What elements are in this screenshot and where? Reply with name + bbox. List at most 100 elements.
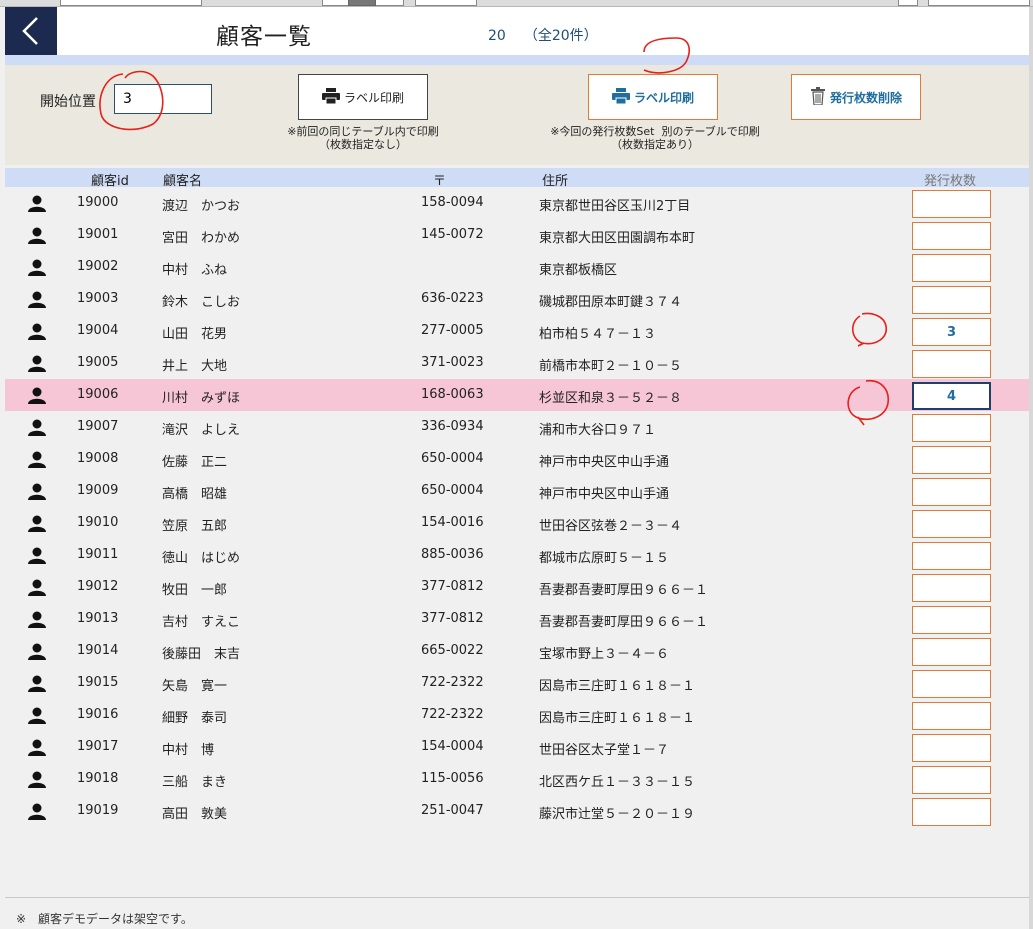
person-icon <box>27 675 47 692</box>
customer-id: 19013 <box>77 611 119 626</box>
issue-count-input[interactable] <box>912 606 991 634</box>
customer-zip: 650-0004 <box>421 483 484 498</box>
customer-address: 柏市柏５４７－１３ <box>539 327 657 342</box>
toolbar-field[interactable] <box>60 0 202 6</box>
record-count-value: 20 <box>488 28 506 44</box>
table-row[interactable]: 19017 中村 博 154-0004 世田谷区太子堂１－７ <box>5 731 1029 763</box>
label-print-button[interactable]: ラベル印刷 <box>298 74 428 120</box>
table-row[interactable]: 19001 宮田 わかめ 145-0072 東京都大田区田園調布本町 <box>5 219 1029 251</box>
label-print-set-button[interactable]: ラベル印刷 <box>588 74 718 120</box>
table-row[interactable]: 19002 中村 ふね 東京都板橋区 <box>5 251 1029 283</box>
customer-address: 因島市三庄町１６１８－１ <box>539 679 696 694</box>
customer-id: 19011 <box>77 547 119 562</box>
table-row[interactable]: 19009 高橋 昭雄 650-0004 神戸市中央区中山手通 <box>5 475 1029 507</box>
issue-count-input[interactable] <box>912 766 991 794</box>
table-row[interactable]: 19000 渡辺 かつお 158-0094 東京都世田谷区玉川2丁目 <box>5 187 1029 219</box>
customer-address: 磯城郡田原本町鍵３７４ <box>539 295 683 310</box>
toolbar-button[interactable] <box>898 0 918 6</box>
customer-address: 藤沢市辻堂５－２０－１９ <box>539 807 696 822</box>
customer-zip: 722-2322 <box>421 675 484 690</box>
customer-name: 吉村 すえこ <box>162 615 241 630</box>
customer-id: 19009 <box>77 483 119 498</box>
issue-count-input[interactable] <box>912 574 991 602</box>
label-print-set-note-text: ※今回の発行枚数Set 別のテーブルで印刷 （枚数指定あり） <box>550 125 760 151</box>
table-row[interactable]: 19011 徳山 はじめ 885-0036 都城市広原町５－１５ <box>5 539 1029 571</box>
customer-name: 滝沢 よしえ <box>162 423 241 438</box>
person-icon <box>27 483 47 500</box>
issue-count-input[interactable] <box>912 222 991 250</box>
table-row[interactable]: 19004 山田 花男 277-0005 柏市柏５４７－１３ <box>5 315 1029 347</box>
issue-count-input[interactable] <box>912 702 991 730</box>
person-icon <box>27 227 47 244</box>
customer-id: 19010 <box>77 515 119 530</box>
table-header: 顧客id 顧客名 〒 住所 発行枚数 <box>5 168 1029 189</box>
issue-count-input[interactable] <box>912 318 991 346</box>
customer-address: 北区西ケ丘１－３３－１５ <box>539 775 696 790</box>
issue-count-input[interactable] <box>912 478 991 506</box>
page-title: 顧客一覧 <box>216 24 312 50</box>
table-row[interactable]: 19016 細野 泰司 722-2322 因島市三庄町１６１８－１ <box>5 699 1029 731</box>
table-row[interactable]: 19010 笠原 五郎 154-0016 世田谷区弦巻２－３－４ <box>5 507 1029 539</box>
table-row[interactable]: 19006 川村 みずほ 168-0063 杉並区和泉３－５２－８ <box>5 379 1029 411</box>
table-row[interactable]: 19007 滝沢 よしえ 336-0934 浦和市大谷口９７１ <box>5 411 1029 443</box>
person-icon <box>27 579 47 596</box>
delete-count-button[interactable]: 発行枚数削除 <box>791 74 921 120</box>
label-print-set-button-label: ラベル印刷 <box>633 90 694 105</box>
issue-count-input[interactable] <box>912 798 991 826</box>
record-count-total: （全20件） <box>523 28 598 44</box>
customer-address: 都城市広原町５－１５ <box>539 551 670 566</box>
table-row[interactable]: 19008 佐藤 正二 650-0004 神戸市中央区中山手通 <box>5 443 1029 475</box>
issue-count-input[interactable] <box>912 286 991 314</box>
customer-zip: 277-0005 <box>421 323 484 338</box>
toolbar-toggle[interactable] <box>348 0 376 6</box>
issue-count-input[interactable] <box>912 638 991 666</box>
person-icon <box>27 611 47 628</box>
issue-count-input[interactable] <box>912 670 991 698</box>
customer-name: 中村 博 <box>162 743 215 758</box>
customer-name: 高田 敦美 <box>162 807 228 822</box>
issue-count-input[interactable] <box>912 254 991 282</box>
trash-icon <box>810 86 826 108</box>
toolbar-field[interactable] <box>415 0 477 6</box>
customer-address: 吾妻郡吾妻町厚田９６６－１ <box>539 615 709 630</box>
person-icon <box>27 355 47 372</box>
table-row[interactable]: 19019 高田 敦美 251-0047 藤沢市辻堂５－２０－１９ <box>5 795 1029 827</box>
table-row[interactable]: 19003 鈴木 こしお 636-0223 磯城郡田原本町鍵３７４ <box>5 283 1029 315</box>
issue-count-input[interactable] <box>912 734 991 762</box>
person-icon <box>27 195 47 212</box>
toolbar-button[interactable] <box>928 0 1030 6</box>
issue-count-input[interactable] <box>912 190 991 218</box>
table-row[interactable]: 19014 後藤田 末吉 665-0022 宝塚市野上３－４－６ <box>5 635 1029 667</box>
customer-address: 因島市三庄町１６１８－１ <box>539 711 696 726</box>
table-row[interactable]: 19018 三船 まき 115-0056 北区西ケ丘１－３３－１５ <box>5 763 1029 795</box>
issue-count-input[interactable] <box>912 414 991 442</box>
label-print-note: ※前回の同じテーブル内で印刷 （枚数指定なし） <box>273 125 453 151</box>
control-panel: 開始位置 ラベル印刷 ※前回の同じテーブル内で印刷（枚数指定なし） ラベル印刷 … <box>5 65 1029 165</box>
person-icon <box>27 803 47 820</box>
start-position-input[interactable] <box>114 84 212 114</box>
customer-name: 井上 大地 <box>162 359 228 374</box>
issue-count-input[interactable] <box>912 542 991 570</box>
table-row[interactable]: 19013 吉村 すえこ 377-0812 吾妻郡吾妻町厚田９６６－１ <box>5 603 1029 635</box>
customer-address: 宝塚市野上３－４－６ <box>539 647 670 662</box>
customer-address: 東京都大田区田園調布本町 <box>539 231 696 246</box>
customer-id: 19008 <box>77 451 119 466</box>
table-row[interactable]: 19015 矢島 寛一 722-2322 因島市三庄町１６１８－１ <box>5 667 1029 699</box>
customer-name: 高橋 昭雄 <box>162 487 228 502</box>
table-row[interactable]: 19012 牧田 一郎 377-0812 吾妻郡吾妻町厚田９６６－１ <box>5 571 1029 603</box>
issue-count-input[interactable] <box>912 382 991 410</box>
customer-name: 笠原 五郎 <box>162 519 228 534</box>
customer-zip: 154-0004 <box>421 739 484 754</box>
issue-count-input[interactable] <box>912 446 991 474</box>
person-icon <box>27 291 47 308</box>
issue-count-input[interactable] <box>912 350 991 378</box>
table-row[interactable]: 19005 井上 大地 371-0023 前橋市本町２－１０－５ <box>5 347 1029 379</box>
customer-id: 19001 <box>77 227 119 242</box>
person-icon <box>27 739 47 756</box>
customer-address: 神戸市中央区中山手通 <box>539 455 670 470</box>
back-button[interactable] <box>5 7 57 55</box>
customer-id: 19015 <box>77 675 119 690</box>
customer-name: 後藤田 末吉 <box>162 647 241 662</box>
issue-count-input[interactable] <box>912 510 991 538</box>
customer-address: 神戸市中央区中山手通 <box>539 487 670 502</box>
